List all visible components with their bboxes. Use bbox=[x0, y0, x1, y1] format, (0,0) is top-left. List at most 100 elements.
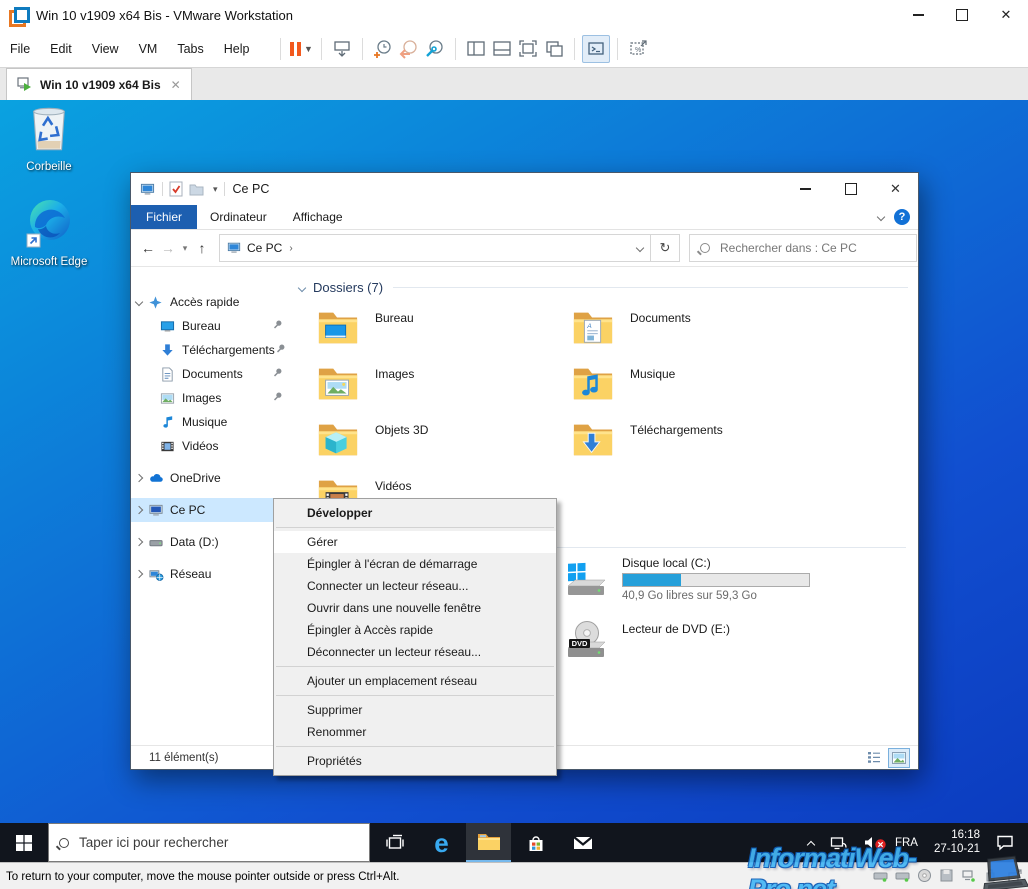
menu-tabs[interactable]: Tabs bbox=[167, 42, 213, 56]
nav-item-ce-pc[interactable]: Ce PC bbox=[131, 498, 291, 522]
explorer-minimize-button[interactable] bbox=[783, 173, 828, 205]
customize-qat-chevron-icon[interactable]: ▾ bbox=[213, 184, 218, 195]
menu-vm[interactable]: VM bbox=[129, 42, 168, 56]
tray-network-icon[interactable] bbox=[822, 835, 855, 851]
address-dropdown-chevron-icon[interactable] bbox=[635, 243, 645, 253]
taskbar-search-input[interactable] bbox=[77, 834, 369, 851]
revert-snapshot-icon[interactable] bbox=[396, 36, 422, 62]
folders-group-header[interactable]: Dossiers (7) bbox=[297, 280, 908, 295]
chevron-right-icon[interactable] bbox=[134, 537, 144, 547]
manage-snapshots-icon[interactable] bbox=[422, 36, 448, 62]
nav-item-bureau[interactable]: Bureau bbox=[131, 314, 291, 338]
tab-affichage[interactable]: Affichage bbox=[280, 205, 356, 229]
menu-view[interactable]: View bbox=[82, 42, 129, 56]
console-view-icon[interactable] bbox=[582, 34, 611, 63]
address-breadcrumb[interactable]: Ce PC › bbox=[219, 234, 651, 262]
drive-tile-dvd[interactable]: DVD Lecteur de DVD (E:) bbox=[563, 618, 730, 660]
nav-item-telechargements[interactable]: Téléchargements bbox=[131, 338, 291, 362]
expand-ribbon-chevron-icon[interactable] bbox=[876, 212, 886, 222]
chevron-right-icon[interactable] bbox=[134, 569, 144, 579]
folder-tile-musique[interactable]: Musique bbox=[572, 364, 822, 414]
drive-tile-c[interactable]: Disque local (C:) 40,9 Go libres sur 59,… bbox=[563, 556, 810, 602]
vm-tab[interactable]: Win 10 v1909 x64 Bis ✕ bbox=[6, 68, 192, 100]
tray-show-hidden-icons-chevron[interactable] bbox=[800, 838, 822, 849]
show-library-icon[interactable] bbox=[463, 36, 489, 62]
vmware-fit-guest-icon[interactable] bbox=[1007, 868, 1023, 889]
recent-locations-chevron-icon[interactable]: ▾ bbox=[179, 243, 191, 254]
taskbar-explorer-button[interactable] bbox=[466, 823, 511, 862]
explorer-maximize-button[interactable] bbox=[828, 173, 873, 205]
up-button[interactable]: ↑ bbox=[193, 240, 211, 256]
task-view-button[interactable] bbox=[372, 823, 417, 862]
chevron-down-icon[interactable] bbox=[134, 297, 144, 307]
chevron-right-icon[interactable] bbox=[134, 473, 144, 483]
nav-item-reseau[interactable]: Réseau bbox=[131, 562, 291, 586]
details-view-button[interactable] bbox=[864, 749, 884, 767]
help-icon[interactable]: ? bbox=[894, 209, 910, 225]
explorer-search-box[interactable] bbox=[689, 234, 917, 262]
send-ctrl-alt-del-icon[interactable] bbox=[329, 36, 355, 62]
folder-tile-images[interactable]: Images bbox=[317, 364, 567, 414]
nav-item-documents[interactable]: Documents bbox=[131, 362, 291, 386]
suspend-vm-button[interactable]: ▼ bbox=[288, 36, 314, 62]
large-icons-view-button[interactable] bbox=[888, 747, 910, 768]
context-menu-item-connecter-lecteur[interactable]: Connecter un lecteur réseau... bbox=[274, 575, 556, 597]
vm-usb-icon[interactable] bbox=[983, 868, 998, 883]
nav-item-musique[interactable]: Musique bbox=[131, 410, 291, 434]
nav-item-data-d[interactable]: Data (D:) bbox=[131, 530, 291, 554]
folder-tile-objets-3d[interactable]: Objets 3D bbox=[317, 420, 567, 470]
properties-icon[interactable] bbox=[169, 181, 183, 197]
forward-button[interactable]: → bbox=[159, 240, 177, 256]
vm-cdrom-icon[interactable] bbox=[917, 868, 932, 883]
menu-edit[interactable]: Edit bbox=[40, 42, 82, 56]
taskbar-edge-button[interactable]: e bbox=[419, 823, 464, 862]
refresh-button[interactable]: ↻ bbox=[651, 234, 680, 262]
menu-file[interactable]: File bbox=[0, 42, 40, 56]
vm-harddisk2-icon[interactable] bbox=[895, 868, 910, 883]
free-stretch-icon[interactable]: % bbox=[625, 36, 651, 62]
action-center-icon[interactable] bbox=[988, 834, 1022, 851]
show-thumbnail-bar-icon[interactable] bbox=[489, 36, 515, 62]
nav-item-videos[interactable]: Vidéos bbox=[131, 434, 291, 458]
collapse-group-chevron-icon[interactable] bbox=[297, 283, 307, 292]
vmware-minimize-button[interactable] bbox=[896, 0, 940, 30]
explorer-close-button[interactable]: ✕ bbox=[873, 173, 918, 205]
unity-mode-icon[interactable] bbox=[541, 36, 567, 62]
context-menu-item-ajouter-emplacement[interactable]: Ajouter un emplacement réseau bbox=[274, 670, 556, 692]
folder-tile-bureau[interactable]: Bureau bbox=[317, 308, 567, 358]
tray-clock[interactable]: 16:18 27-10-21 bbox=[926, 829, 988, 856]
start-button[interactable] bbox=[0, 823, 48, 862]
vmware-close-button[interactable]: ✕ bbox=[984, 0, 1028, 30]
chevron-right-icon[interactable] bbox=[134, 505, 144, 515]
context-menu-item-renommer[interactable]: Renommer bbox=[274, 721, 556, 743]
nav-item-quick-access[interactable]: Accès rapide bbox=[131, 290, 291, 314]
breadcrumb-location[interactable]: Ce PC bbox=[247, 241, 282, 255]
taskbar-mail-button[interactable] bbox=[560, 823, 605, 862]
folder-tile-telechargements[interactable]: Téléchargements bbox=[572, 420, 822, 470]
tray-language-indicator[interactable]: FRA bbox=[895, 837, 918, 849]
context-menu-item-deconnecter-lecteur[interactable]: Déconnecter un lecteur réseau... bbox=[274, 641, 556, 663]
explorer-search-input[interactable] bbox=[718, 240, 902, 256]
context-menu-item-gerer[interactable]: Gérer bbox=[274, 531, 556, 553]
fullscreen-icon[interactable] bbox=[515, 36, 541, 62]
taskbar-search-box[interactable] bbox=[48, 823, 370, 862]
context-menu-item-proprietes[interactable]: Propriétés bbox=[274, 750, 556, 772]
taskbar-store-button[interactable] bbox=[513, 823, 558, 862]
vmware-maximize-button[interactable] bbox=[940, 0, 984, 30]
context-menu-item-epingler-acces-rapide[interactable]: Épingler à Accès rapide bbox=[274, 619, 556, 641]
menu-help[interactable]: Help bbox=[214, 42, 260, 56]
new-folder-icon[interactable] bbox=[189, 182, 204, 197]
vm-tab-close-icon[interactable]: ✕ bbox=[171, 78, 181, 92]
folder-tile-documents[interactable]: A Documents bbox=[572, 308, 822, 358]
context-menu-item-supprimer[interactable]: Supprimer bbox=[274, 699, 556, 721]
vm-harddisk-icon[interactable] bbox=[873, 868, 888, 883]
back-button[interactable]: ← bbox=[139, 240, 157, 256]
context-menu-item-epingler-ecran[interactable]: Épingler à l'écran de démarrage bbox=[274, 553, 556, 575]
desktop-icon-recycle-bin[interactable]: Corbeille bbox=[4, 105, 94, 173]
context-menu-item-developper[interactable]: Développer bbox=[274, 502, 556, 524]
tab-ordinateur[interactable]: Ordinateur bbox=[197, 205, 280, 229]
take-snapshot-icon[interactable] bbox=[370, 36, 396, 62]
tray-volume-muted-icon[interactable] bbox=[855, 835, 887, 850]
vm-network-adapter-icon[interactable] bbox=[961, 868, 976, 883]
nav-item-images[interactable]: Images bbox=[131, 386, 291, 410]
